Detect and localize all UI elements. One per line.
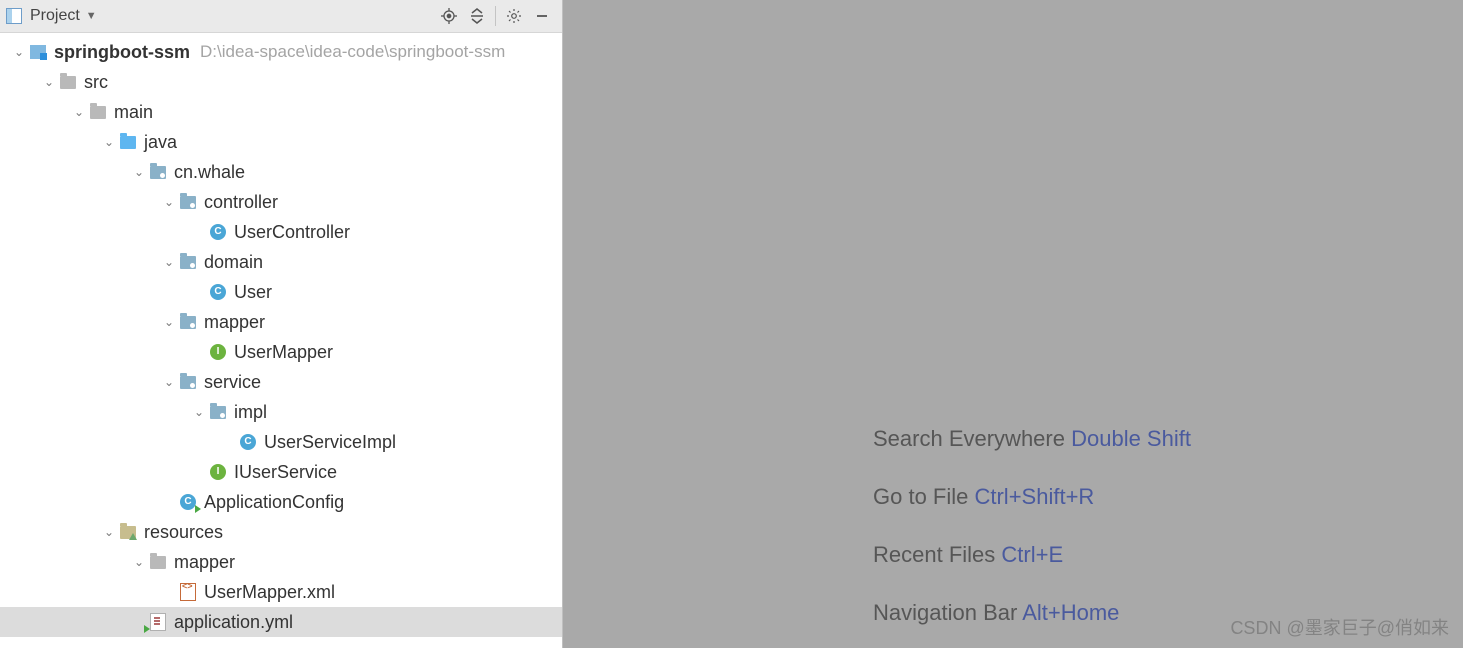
tree-node[interactable]: ⌄ springboot-ssm D:\idea-space\idea-code\s…	[0, 37, 562, 67]
hint-text: Navigation Bar	[873, 600, 1022, 625]
hint-shortcut: Ctrl+E	[1001, 542, 1063, 567]
toolbar-separator	[495, 6, 496, 26]
class-icon: C	[208, 223, 228, 241]
project-tree[interactable]: ⌄springboot-ssmD:\idea-space\idea-code\s…	[0, 33, 562, 648]
tree-node[interactable]: ⌄ service	[0, 367, 562, 397]
app-root: Project ▼	[0, 0, 1463, 648]
hint-shortcut: Ctrl+Shift+R	[974, 484, 1094, 509]
tree-node-label: ApplicationConfig	[204, 487, 344, 517]
chevron-down-icon[interactable]: ⌄	[130, 547, 148, 577]
tree-node[interactable]: ⌄ mapper	[0, 307, 562, 337]
tree-node-label: User	[234, 277, 272, 307]
class-icon: C	[238, 433, 258, 451]
editor-hint-row: Go to File Ctrl+Shift+R	[873, 468, 1191, 526]
tree-node[interactable]: ⌄ domain	[0, 247, 562, 277]
folder-icon	[148, 553, 168, 571]
tree-node-label: controller	[204, 187, 278, 217]
tree-node-label: service	[204, 367, 261, 397]
hint-shortcut: Alt+Home	[1022, 600, 1119, 625]
tree-node-label: impl	[234, 397, 267, 427]
runnable-class-icon: C	[178, 493, 198, 511]
chevron-down-icon[interactable]: ⌄	[130, 157, 148, 187]
package-icon	[178, 313, 198, 331]
tree-node[interactable]: C ApplicationConfig	[0, 487, 562, 517]
package-icon	[178, 373, 198, 391]
editor-hint-row: Search Everywhere Double Shift	[873, 410, 1191, 468]
chevron-down-icon[interactable]: ⌄	[160, 247, 178, 277]
hide-button[interactable]	[528, 2, 556, 30]
tree-node[interactable]: C UserServiceImpl	[0, 427, 562, 457]
hint-shortcut: Double Shift	[1071, 426, 1191, 451]
tree-node-label: UserMapper	[234, 337, 333, 367]
tree-node[interactable]: ⌄ resources	[0, 517, 562, 547]
tree-node[interactable]: ⌄ java	[0, 127, 562, 157]
tree-node-label: springboot-ssm	[54, 37, 190, 67]
folder-icon	[88, 103, 108, 121]
chevron-down-icon[interactable]: ⌄	[40, 67, 58, 97]
chevron-down-icon[interactable]: ⌄	[160, 307, 178, 337]
expand-all-button[interactable]	[463, 2, 491, 30]
project-view-icon	[6, 8, 22, 24]
chevron-down-icon[interactable]: ⌄	[100, 517, 118, 547]
interface-icon: I	[208, 343, 228, 361]
tree-node-label: src	[84, 67, 108, 97]
tree-node[interactable]: I IUserService	[0, 457, 562, 487]
package-icon	[208, 403, 228, 421]
tree-node[interactable]: ⌄ main	[0, 97, 562, 127]
project-panel-header: Project ▼	[0, 0, 562, 33]
class-icon: C	[208, 283, 228, 301]
interface-icon: I	[208, 463, 228, 481]
resources-folder-icon	[118, 523, 138, 541]
tree-node-label: application.yml	[174, 607, 293, 637]
tree-node-label: UserServiceImpl	[264, 427, 396, 457]
tree-node-label: IUserService	[234, 457, 337, 487]
chevron-down-icon[interactable]: ⌄	[100, 127, 118, 157]
project-tool-window: Project ▼	[0, 0, 563, 648]
tree-node[interactable]: ⌄ src	[0, 67, 562, 97]
tree-node-label: domain	[204, 247, 263, 277]
chevron-down-icon[interactable]: ▼	[86, 10, 97, 22]
tree-node[interactable]: UserMapper.xml	[0, 577, 562, 607]
chevron-down-icon[interactable]: ⌄	[10, 37, 28, 67]
tree-node[interactable]: I UserMapper	[0, 337, 562, 367]
tree-node[interactable]: application.yml	[0, 607, 562, 637]
tree-node[interactable]: ⌄ impl	[0, 397, 562, 427]
chevron-down-icon[interactable]: ⌄	[160, 367, 178, 397]
locate-button[interactable]	[435, 2, 463, 30]
tree-node[interactable]: C User	[0, 277, 562, 307]
yml-file-icon	[148, 613, 168, 631]
tree-node-label: UserController	[234, 217, 350, 247]
hint-text: Recent Files	[873, 542, 1001, 567]
editor-hint-row: Recent Files Ctrl+E	[873, 526, 1191, 584]
folder-icon	[58, 73, 78, 91]
package-icon	[178, 253, 198, 271]
tree-node-label: main	[114, 97, 153, 127]
package-icon	[148, 163, 168, 181]
tree-node[interactable]: ⌄ cn.whale	[0, 157, 562, 187]
tree-node-label: mapper	[204, 307, 265, 337]
settings-button[interactable]	[500, 2, 528, 30]
tree-node[interactable]: ⌄ controller	[0, 187, 562, 217]
tree-node-label: UserMapper.xml	[204, 577, 335, 607]
editor-hint-row: Navigation Bar Alt+Home	[873, 584, 1191, 642]
tree-node[interactable]: C UserController	[0, 217, 562, 247]
project-panel-title[interactable]: Project	[30, 7, 80, 25]
tree-node-label: resources	[144, 517, 223, 547]
chevron-down-icon[interactable]: ⌄	[160, 187, 178, 217]
watermark-text: CSDN @墨家巨子@俏如来	[1230, 614, 1449, 640]
module-icon	[28, 43, 48, 61]
chevron-down-icon[interactable]: ⌄	[190, 397, 208, 427]
tree-node[interactable]: ⌄mapper	[0, 547, 562, 577]
editor-hints: Search Everywhere Double ShiftGo to File…	[873, 410, 1191, 642]
xml-file-icon	[178, 583, 198, 601]
hint-text: Search Everywhere	[873, 426, 1071, 451]
chevron-down-icon[interactable]: ⌄	[70, 97, 88, 127]
hint-text: Go to File	[873, 484, 974, 509]
tree-node-path: D:\idea-space\idea-code\springboot-ssm	[200, 37, 505, 67]
editor-empty-area: Search Everywhere Double ShiftGo to File…	[563, 0, 1463, 648]
tree-node-label: cn.whale	[174, 157, 245, 187]
source-folder-icon	[118, 133, 138, 151]
tree-node-label: java	[144, 127, 177, 157]
package-icon	[178, 193, 198, 211]
